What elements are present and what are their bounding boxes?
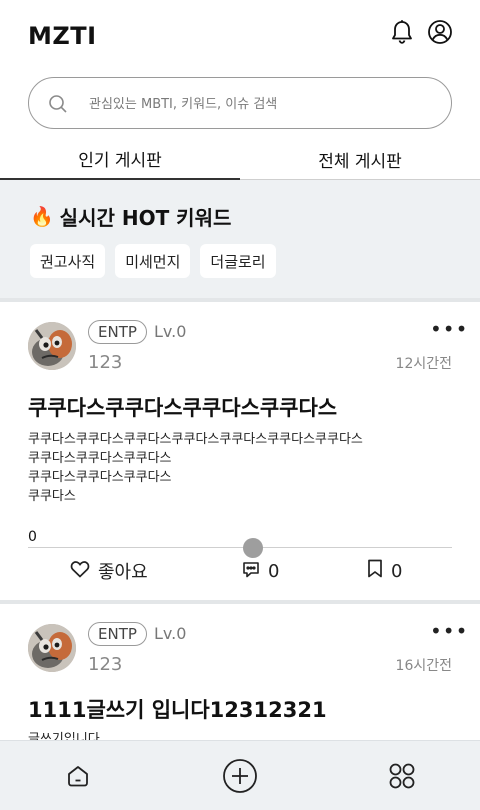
- search-input[interactable]: [89, 92, 429, 116]
- post-actions: 좋아요 0 0: [0, 554, 480, 588]
- avatar[interactable]: [28, 322, 76, 370]
- keyword-chip[interactable]: 권고사직: [30, 244, 106, 278]
- heart-icon: [70, 560, 90, 583]
- keyword-chip-list: 권고사직 미세먼지 더글로리: [30, 244, 276, 278]
- hot-keywords-title: 🔥 실시간 HOT 키워드: [30, 202, 231, 231]
- username[interactable]: 123: [88, 352, 122, 373]
- post-card[interactable]: ENTP Lv.0 123 ••• 12시간전 쿠쿠다스쿠쿠다스쿠쿠다스쿠쿠다스…: [0, 302, 480, 600]
- more-options-icon[interactable]: •••: [430, 621, 467, 646]
- post-divider-line: [28, 547, 452, 548]
- post-title[interactable]: 쿠쿠다스쿠쿠다스쿠쿠다스쿠쿠다스: [28, 392, 337, 422]
- fire-icon: 🔥: [30, 206, 54, 228]
- bookmark-button[interactable]: 0: [367, 554, 402, 588]
- bookmark-icon: [367, 559, 383, 583]
- avatar[interactable]: [28, 624, 76, 672]
- home-icon[interactable]: [60, 758, 96, 794]
- search-bar[interactable]: [28, 77, 452, 129]
- like-label: 좋아요: [98, 562, 148, 583]
- grid-menu-icon[interactable]: [384, 758, 420, 794]
- tab-popular-board[interactable]: 인기 게시판: [0, 138, 240, 180]
- post-title[interactable]: 1111글쓰기 입니다12312321: [28, 694, 327, 724]
- user-profile-icon[interactable]: [426, 18, 454, 46]
- hot-keywords-heading: 실시간 HOT 키워드: [59, 206, 232, 230]
- like-button[interactable]: 좋아요: [70, 554, 148, 588]
- post-time: 12시간전: [395, 356, 452, 372]
- hot-keywords-section: 🔥 실시간 HOT 키워드 권고사직 미세먼지 더글로리: [0, 180, 480, 298]
- comment-count: 0: [268, 560, 280, 582]
- bookmark-count: 0: [391, 560, 403, 582]
- app-logo[interactable]: MZTI: [28, 22, 97, 50]
- user-level: Lv.0: [154, 322, 187, 341]
- post-counter: 0: [28, 529, 37, 545]
- comment-icon: [242, 560, 260, 583]
- add-post-icon[interactable]: [222, 758, 258, 794]
- post-card[interactable]: ENTP Lv.0 123 ••• 16시간전 1111글쓰기 입니다12312…: [0, 604, 480, 740]
- more-options-icon[interactable]: •••: [430, 319, 467, 344]
- mbti-badge: ENTP: [88, 320, 147, 344]
- mbti-badge: ENTP: [88, 622, 147, 646]
- bell-icon[interactable]: [388, 18, 416, 46]
- post-time: 16시간전: [395, 658, 452, 674]
- keyword-chip[interactable]: 더글로리: [200, 244, 276, 278]
- bottom-navigation: [0, 740, 480, 810]
- post-body[interactable]: 글쓰기입니다: [28, 730, 452, 740]
- tab-all-board[interactable]: 전체 게시판: [240, 138, 480, 180]
- username[interactable]: 123: [88, 654, 122, 675]
- search-icon: [47, 93, 69, 115]
- post-body[interactable]: 쿠쿠다스쿠쿠다스쿠쿠다스쿠쿠다스쿠쿠다스쿠쿠다스쿠쿠다스 쿠쿠다스쿠쿠다스쿠쿠다…: [28, 430, 452, 506]
- user-level: Lv.0: [154, 624, 187, 643]
- keyword-chip[interactable]: 미세먼지: [115, 244, 191, 278]
- board-tabs: 인기 게시판 전체 게시판: [0, 138, 480, 180]
- comment-button[interactable]: 0: [242, 554, 279, 588]
- header: MZTI: [0, 0, 480, 70]
